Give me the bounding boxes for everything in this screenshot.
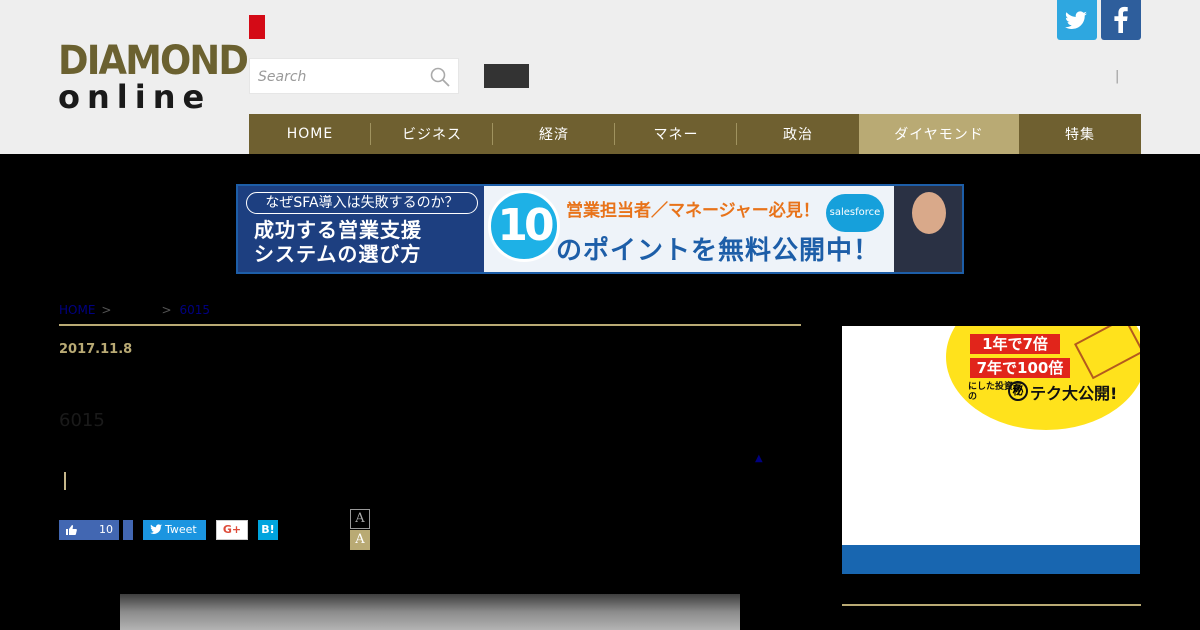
header-separator: | [1115, 69, 1120, 84]
ad-line-1: 1年で7倍 [970, 334, 1060, 354]
breadcrumb: HOME > >6015 [59, 303, 210, 317]
breadcrumb-separator: > [101, 303, 112, 317]
ad-line-2: 7年で100倍 [970, 358, 1070, 378]
font-size-large-button[interactable]: A [350, 530, 370, 550]
article-date: 2017.11.8 [59, 342, 133, 357]
tweet-button[interactable]: Tweet [143, 520, 206, 540]
nav-item-features[interactable]: 特集 [1019, 114, 1141, 154]
font-size-small-button[interactable]: A [350, 509, 370, 529]
breadcrumb-current: 6015 [179, 303, 211, 317]
search-box [249, 58, 459, 94]
collapse-caret-icon[interactable]: ▲ [755, 453, 763, 464]
ad-blue-bar [842, 545, 1140, 574]
nav-item-diamond[interactable]: ダイヤモンド [859, 114, 1019, 154]
nav-item-politics[interactable]: 政治 [737, 114, 859, 154]
breadcrumb-home[interactable]: HOME [59, 303, 95, 317]
article-title: 6015 [59, 410, 105, 431]
tweet-label: Tweet [165, 523, 197, 536]
nav-item-home[interactable]: HOME [249, 114, 371, 154]
site-header: DIAMOND online | HOME ビジネス 経済 マネー 政治 ダイヤ… [0, 0, 1200, 154]
banner-headline-line1: 成功する営業支援 [254, 218, 422, 242]
facebook-icon [1114, 6, 1128, 34]
banner-subhead: 営業担当者／マネージャー必見！ [566, 201, 820, 221]
diamond-online-logo[interactable]: DIAMOND online [58, 40, 249, 116]
nav-item-business[interactable]: ビジネス [371, 114, 493, 154]
facebook-button[interactable] [1101, 0, 1141, 40]
banner-headline: 成功する営業支援 システムの選び方 [254, 218, 474, 266]
nav-item-economy[interactable]: 経済 [493, 114, 615, 154]
main-nav: HOME ビジネス 経済 マネー 政治 ダイヤモンド 特集 [249, 114, 1141, 154]
banner-left-panel: なぜSFA導入は失敗するのか？ 成功する営業支援 システムの選び方 [238, 186, 484, 272]
twitter-icon [1065, 11, 1087, 30]
facebook-like-button[interactable]: 10 [59, 520, 119, 540]
sidebar-divider [842, 604, 1141, 606]
banner-number-badge: 10 [488, 190, 560, 262]
sidebar-ad[interactable]: 1年で7倍 7年で100倍 にした投資家の 秘 テク大公開! [842, 326, 1140, 574]
top-banner-ad[interactable]: なぜSFA導入は失敗するのか？ 成功する営業支援 システムの選び方 10 営業担… [236, 184, 964, 274]
breadcrumb-separator: > [161, 303, 172, 317]
logo-text-bottom: online [58, 78, 212, 116]
ad-secret-mark: 秘 [1008, 381, 1028, 401]
nav-item-money[interactable]: マネー [615, 114, 737, 154]
google-plus-button[interactable]: G+ [216, 520, 248, 540]
breadcrumb-divider [59, 324, 801, 326]
banner-headline-line2: システムの選び方 [254, 242, 422, 266]
text-cursor-bar [64, 472, 66, 490]
hatena-bookmark-button[interactable]: B! [258, 520, 278, 540]
twitter-button[interactable] [1057, 0, 1097, 40]
header-dark-button[interactable] [484, 64, 529, 88]
like-share-button[interactable] [123, 520, 133, 540]
thumbs-up-icon [66, 525, 77, 535]
article-hero-image [120, 594, 740, 630]
search-input[interactable] [258, 66, 418, 88]
like-count: 10 [99, 523, 113, 536]
search-icon[interactable] [430, 67, 450, 87]
twitter-bird-icon [150, 524, 162, 534]
salesforce-logo: salesforce [826, 194, 884, 232]
banner-person-photo [894, 186, 962, 272]
banner-main-text: のポイントを無料公開中！ [556, 236, 881, 266]
red-marker [249, 15, 265, 39]
banner-pill-text: なぜSFA導入は失敗するのか？ [246, 192, 478, 214]
ad-line-4: テク大公開! [1030, 384, 1118, 403]
logo-text-top: DIAMOND [58, 38, 249, 84]
